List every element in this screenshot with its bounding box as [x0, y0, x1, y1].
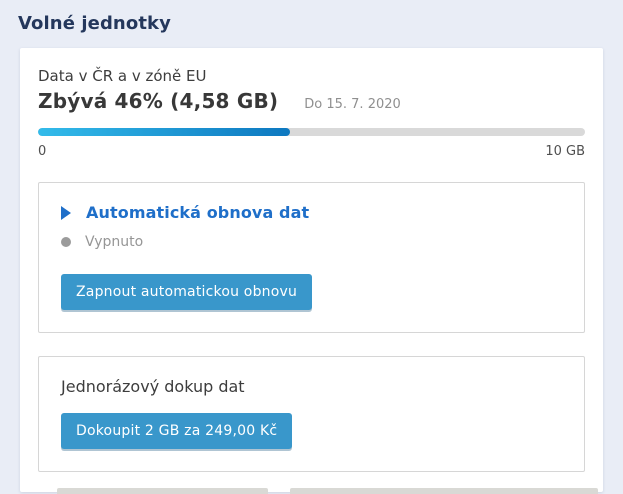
progress-scale: 0 10 GB	[38, 144, 585, 159]
page-title: Volné jednotky	[0, 0, 623, 34]
enable-auto-renewal-button[interactable]: Zapnout automatickou obnovu	[61, 274, 312, 310]
data-balance-card: Data v ČR a v zóně EU Zbývá 46% (4,58 GB…	[20, 48, 603, 492]
auto-renewal-box: Automatická obnova dat Vypnuto Zapnout a…	[38, 182, 585, 333]
auto-renewal-status: Vypnuto	[85, 234, 143, 250]
buy-data-button[interactable]: Dokoupit 2 GB za 249,00 Kč	[61, 413, 292, 449]
auto-renewal-status-row: Vypnuto	[61, 234, 562, 250]
scale-min-label: 0	[38, 144, 46, 159]
scale-max-label: 10 GB	[545, 144, 585, 159]
expand-triangle-icon	[61, 206, 71, 220]
one-time-topup-box: Jednorázový dokup dat Dokoupit 2 GB za 2…	[38, 356, 585, 472]
next-card-peek-right[interactable]	[290, 488, 598, 494]
one-time-topup-title: Jednorázový dokup dat	[61, 377, 562, 396]
remaining-amount: Zbývá 46% (4,58 GB)	[38, 89, 278, 113]
data-package-name: Data v ČR a v zóně EU	[38, 66, 585, 86]
auto-renewal-link-label: Automatická obnova dat	[86, 203, 309, 222]
next-card-peek-left[interactable]	[57, 488, 268, 494]
data-progress-fill	[38, 128, 290, 136]
data-progress-bar	[38, 128, 585, 136]
auto-renewal-expander[interactable]: Automatická obnova dat	[61, 203, 562, 222]
status-dot-icon	[61, 237, 71, 247]
remaining-row: Zbývá 46% (4,58 GB) Do 15. 7. 2020	[38, 89, 585, 113]
valid-until-date: Do 15. 7. 2020	[304, 97, 401, 112]
page: Volné jednotky Data v ČR a v zóně EU Zbý…	[0, 0, 623, 494]
